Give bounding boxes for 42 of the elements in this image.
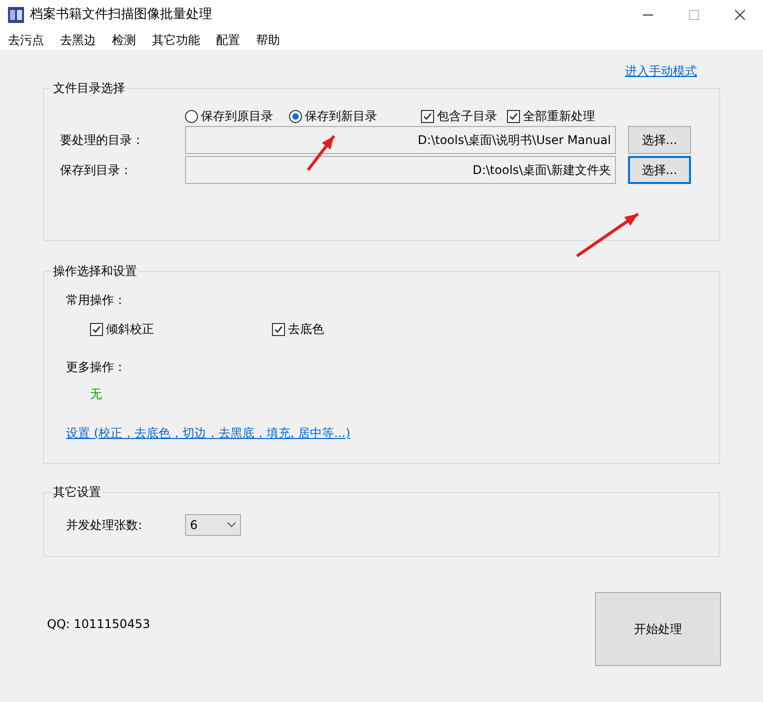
checkbox[interactable]: 全部重新处理 — [507, 107, 595, 125]
checkbox-icon[interactable] — [90, 322, 103, 336]
radio-icon[interactable] — [185, 110, 198, 122]
manual-mode-link[interactable]: 进入手动模式 — [625, 62, 697, 88]
checkbox[interactable]: 去底色 — [272, 320, 324, 338]
app-icon — [8, 7, 24, 23]
checkbox-icon[interactable] — [421, 110, 434, 122]
menu-item[interactable]: 其它功能 — [150, 31, 202, 49]
settings-link[interactable]: 设置 (校正，去底色，切边，去黑底，填充, 居中等...) — [66, 424, 350, 442]
group-title: 文件目录选择 — [52, 80, 126, 96]
window-title: 档案书籍文件扫描图像批量处理 — [30, 6, 212, 24]
qq-text: QQ: 1011150453 — [47, 616, 150, 633]
menu-item[interactable]: 配置 — [214, 31, 242, 49]
section-label: 常用操作： — [66, 292, 126, 308]
radio-button[interactable]: 保存到原目录 — [185, 107, 273, 125]
annotation-arrow — [576, 212, 639, 258]
menu-item[interactable]: 帮助 — [254, 31, 282, 49]
choose-button[interactable]: 选择... — [628, 126, 691, 154]
caret-icon — [227, 522, 236, 528]
radio-button[interactable]: 保存到新目录 — [289, 107, 377, 125]
path-field[interactable]: D:\tools\桌面\新建文件夹 — [185, 156, 616, 184]
checkbox-icon[interactable] — [272, 322, 285, 336]
section-label: 更多操作： — [66, 359, 126, 375]
path-field[interactable]: D:\tools\桌面\说明书\User Manual — [185, 126, 616, 154]
field-label: 保存到目录： — [60, 162, 133, 179]
annotation-arrow — [306, 135, 336, 171]
radio-icon[interactable] — [289, 110, 302, 122]
status-text: 无 — [90, 386, 102, 402]
checkbox[interactable]: 包含子目录 — [421, 107, 497, 125]
menu-item[interactable]: 去黑边 — [58, 31, 98, 49]
menu-item[interactable]: 去污点 — [6, 31, 46, 49]
field-label: 并发处理张数: — [66, 517, 144, 534]
checkbox[interactable]: 倾斜校正 — [90, 320, 272, 338]
field-label: 要处理的目录： — [60, 132, 145, 149]
checkbox-icon[interactable] — [507, 110, 520, 122]
menu-item[interactable]: 检测 — [110, 31, 138, 49]
group-title: 操作选择和设置 — [52, 263, 138, 279]
concurrency-dropdown[interactable]: 6 — [185, 514, 241, 536]
choose-button[interactable]: 选择... — [628, 156, 691, 184]
group-title: 其它设置 — [52, 484, 102, 500]
close-icon[interactable] — [735, 10, 745, 20]
start-button[interactable]: 开始处理 — [595, 592, 721, 666]
